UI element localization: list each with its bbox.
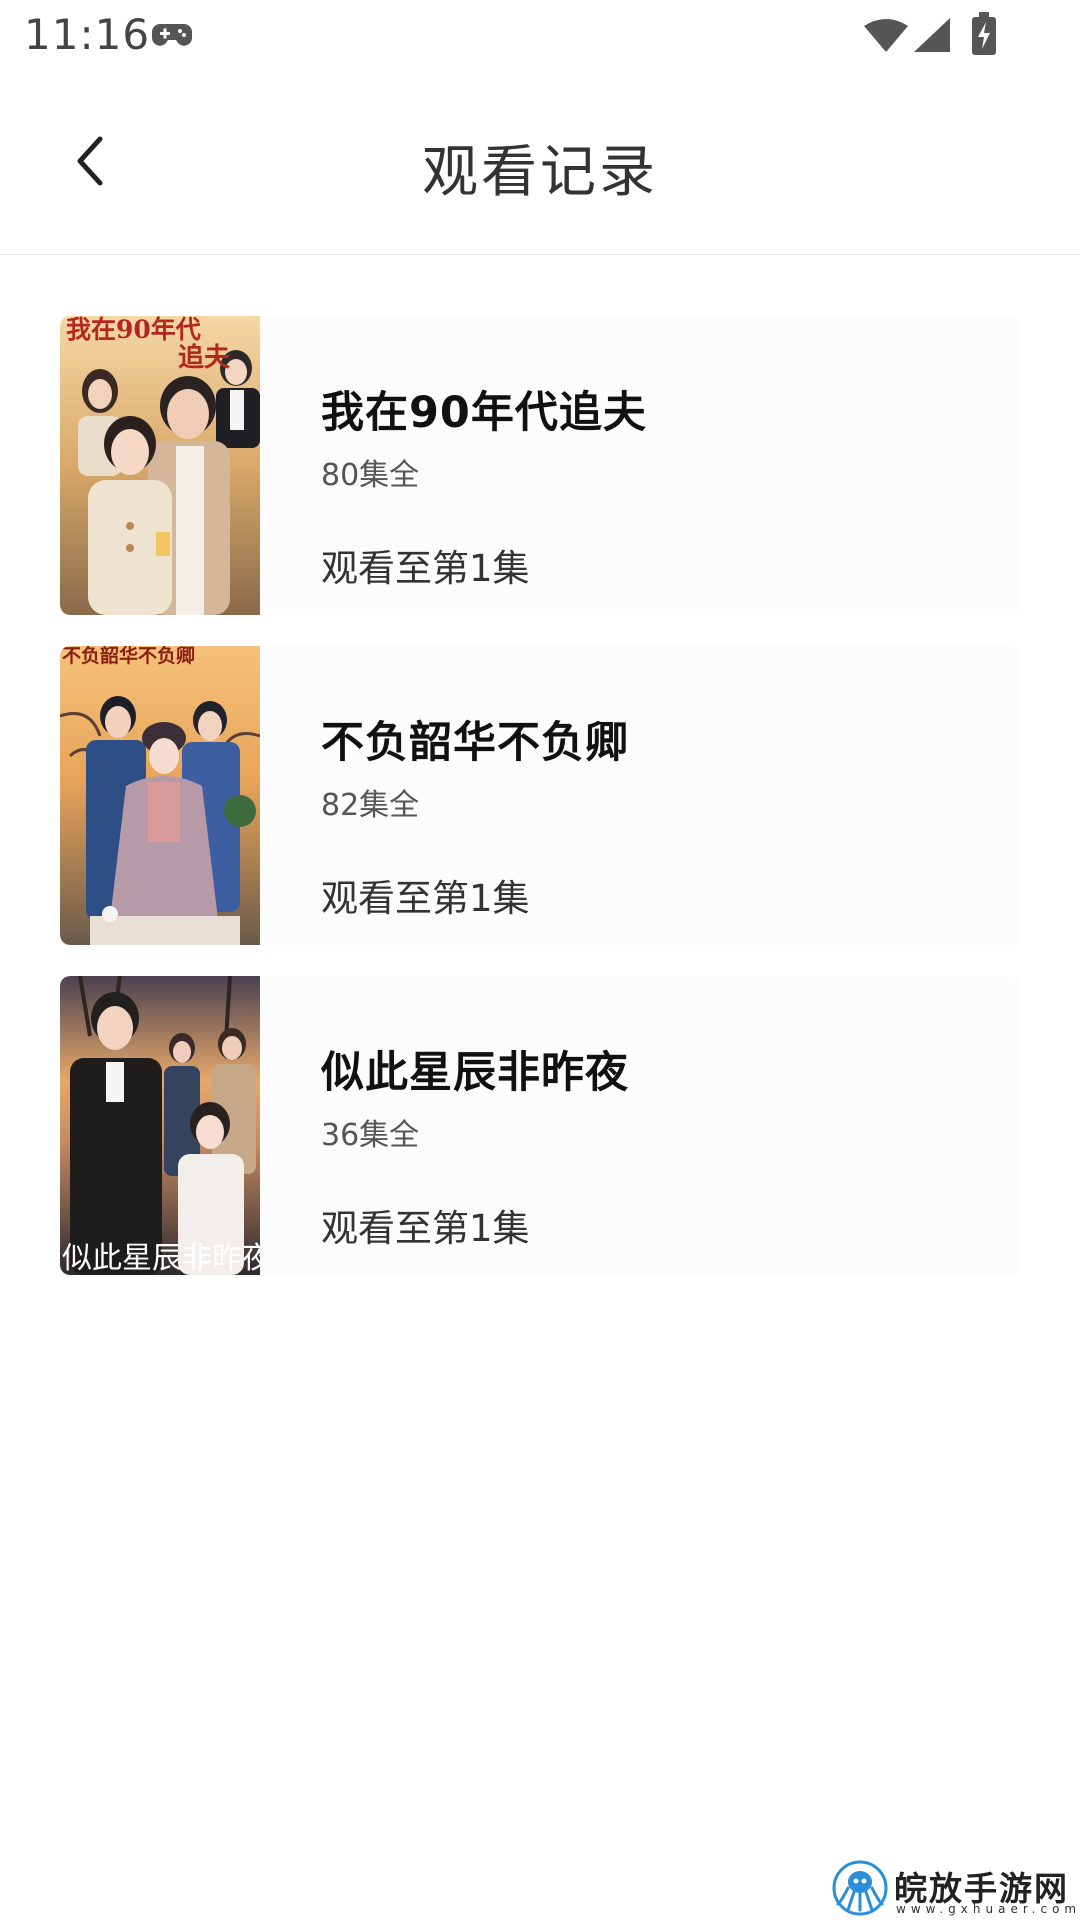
- history-item[interactable]: 不负韶华不负卿 不负韶华不负卿 82集全 观看至第1集: [60, 646, 1020, 945]
- drama-title: 似此星辰非昨夜: [321, 1048, 629, 1098]
- watch-progress: 观看至第1集: [321, 877, 530, 920]
- status-time: 11:16: [24, 10, 151, 59]
- drama-poster[interactable]: 不负韶华不负卿: [60, 646, 260, 945]
- episode-count: 82集全: [321, 788, 420, 823]
- drama-poster[interactable]: 我在90年代 追夫: [60, 316, 260, 615]
- history-item[interactable]: 我在90年代 追夫 我在90年代追夫 80集全 观看至第1集: [60, 316, 1020, 615]
- watermark-url: www.gxhuaer.com: [896, 1902, 1080, 1916]
- status-bar: 11:16: [0, 0, 1080, 75]
- episode-count: 36集全: [321, 1118, 420, 1153]
- battery-charging-icon: [972, 12, 996, 55]
- gamepad-icon: [152, 24, 192, 46]
- drama-title: 不负韶华不负卿: [321, 718, 629, 768]
- watch-progress: 观看至第1集: [321, 1207, 530, 1250]
- octopus-logo-icon: [832, 1860, 888, 1916]
- drama-poster[interactable]: 似此星辰非昨夜: [60, 976, 260, 1275]
- header-bar: 观看记录: [0, 75, 1080, 255]
- episode-count: 80集全: [321, 458, 420, 493]
- page-title: 观看记录: [422, 140, 658, 205]
- poster-title-text: 我在90年代: [66, 316, 201, 344]
- history-item[interactable]: 似此星辰非昨夜 似此星辰非昨夜 36集全 观看至第1集: [60, 976, 1020, 1275]
- watermark: 皖放手游网 www.gxhuaer.com: [832, 1860, 1076, 1916]
- watch-progress: 观看至第1集: [321, 547, 530, 590]
- wifi-icon: [864, 19, 908, 52]
- watch-history-list: 我在90年代 追夫 我在90年代追夫 80集全 观看至第1集 不负韶华不负卿 不…: [60, 316, 1020, 1306]
- signal-icon: [914, 18, 950, 52]
- drama-title: 我在90年代追夫: [321, 388, 647, 438]
- poster-title-text: 似此星辰非昨夜: [62, 1241, 260, 1275]
- svg-text:追夫: 追夫: [178, 342, 231, 373]
- poster-title-text: 不负韶华不负卿: [62, 646, 195, 667]
